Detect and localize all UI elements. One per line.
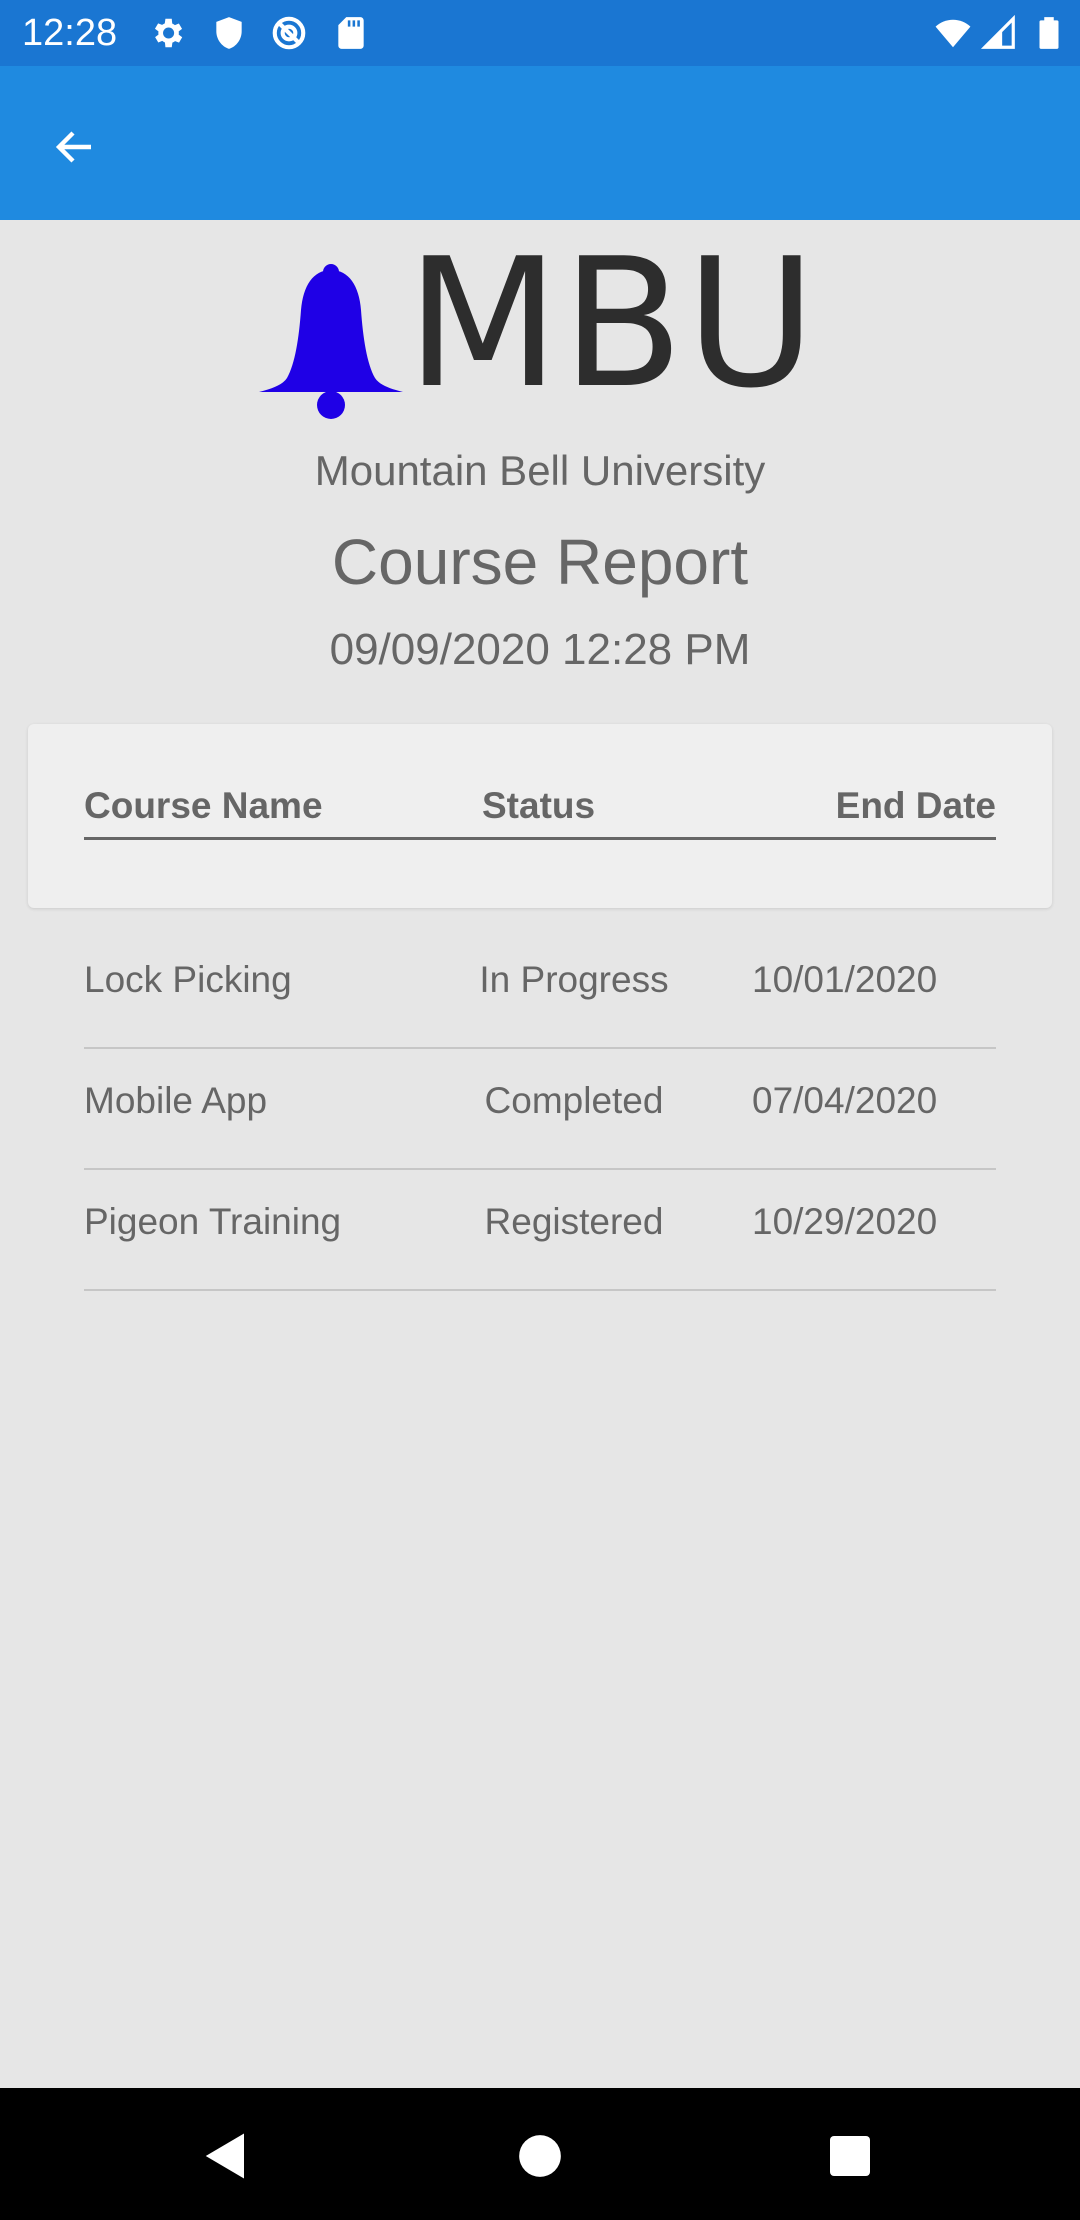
system-nav-bar — [0, 2088, 1080, 2220]
app-bar — [0, 66, 1080, 220]
battery-icon — [1039, 17, 1059, 49]
status-time: 12:28 — [22, 12, 118, 54]
nav-recents-button[interactable] — [810, 2116, 890, 2196]
column-header-end-date: End Date — [835, 785, 996, 826]
course-name: Lock Picking — [84, 959, 292, 1000]
no-data-icon — [272, 16, 306, 50]
table-row[interactable]: Mobile App Completed 07/04/2020 — [84, 1049, 996, 1170]
back-button[interactable] — [36, 108, 114, 186]
bell-icon — [259, 264, 403, 419]
course-name: Mobile App — [84, 1080, 268, 1121]
mbu-logo: MBU — [258, 234, 818, 422]
arrow-left-icon — [55, 131, 91, 163]
table-header-card: Course Name Status End Date — [28, 724, 1052, 908]
nav-home-button[interactable] — [500, 2116, 580, 2196]
course-list: Lock Picking In Progress 10/01/2020 Mobi… — [84, 928, 996, 1291]
table-header-row: Course Name Status End Date — [84, 784, 996, 840]
wifi-icon — [935, 19, 971, 48]
logo-text: MBU — [406, 220, 818, 427]
course-end-date: 10/29/2020 — [752, 1201, 938, 1242]
back-triangle-icon — [205, 2133, 244, 2179]
status-bar: 12:28 — [0, 0, 1080, 66]
course-status: Completed — [484, 1080, 664, 1121]
report-date: 09/09/2020 12:28 PM — [329, 625, 751, 674]
course-end-date: 10/01/2020 — [752, 959, 938, 1000]
shield-icon — [216, 17, 242, 49]
column-header-status: Status — [482, 785, 596, 826]
course-end-date: 07/04/2020 — [752, 1080, 938, 1121]
course-status: Registered — [484, 1201, 664, 1242]
course-status: In Progress — [479, 959, 669, 1000]
page-title: Course Report — [331, 526, 749, 598]
gear-icon — [154, 18, 183, 48]
university-name: Mountain Bell University — [314, 447, 766, 494]
sd-card-icon — [338, 17, 364, 49]
table-row[interactable]: Pigeon Training Registered 10/29/2020 — [84, 1170, 996, 1291]
signal-icon — [980, 14, 1015, 49]
nav-back-button[interactable] — [186, 2116, 266, 2196]
course-name: Pigeon Training — [84, 1201, 342, 1242]
column-header-course-name: Course Name — [84, 785, 323, 826]
recents-square-icon — [830, 2136, 870, 2176]
report-content: MBU Mountain Bell University Course Repo… — [0, 220, 1080, 2088]
home-circle-icon — [519, 2135, 561, 2177]
table-row[interactable]: Lock Picking In Progress 10/01/2020 — [84, 928, 996, 1049]
